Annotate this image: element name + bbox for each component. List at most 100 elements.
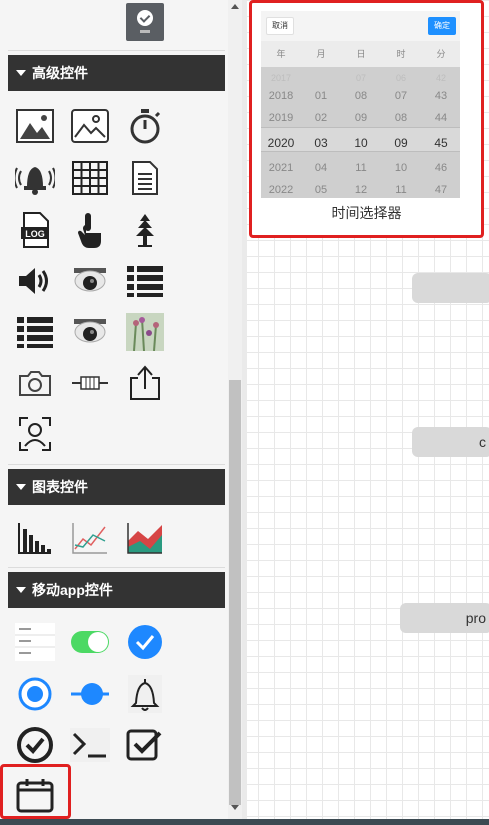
share-icon[interactable] [125,363,165,403]
bar-chart-icon[interactable] [15,518,55,558]
speaker-icon[interactable] [15,261,55,301]
wheel-option: 2021 [268,162,294,174]
wheel-option: 47 [434,184,448,196]
divider [8,567,225,568]
scroll-thumb[interactable] [229,380,241,805]
section-header-charts[interactable]: 图表控件 [8,469,225,505]
alarm-bell-icon[interactable] [15,158,55,198]
scroll-down-icon[interactable] [228,801,242,815]
wheel-option: 08 [394,112,408,124]
terminal-icon[interactable] [70,725,110,765]
slider-icon[interactable] [70,674,110,714]
confirm-button[interactable]: 确定 [428,17,456,35]
wheel-option: 02 [314,112,328,124]
checkbox-square-icon[interactable] [125,725,165,765]
wheel-option-selected: 09 [394,136,408,150]
camera-icon[interactable] [15,363,55,403]
canvas-node[interactable]: pro [400,603,489,633]
scroll-up-icon[interactable] [228,0,242,14]
check-circle-icon[interactable] [15,725,55,765]
chevron-down-icon [16,484,26,490]
wheel-option: 2017 [270,73,292,83]
svg-text:LOG: LOG [25,229,45,239]
list-icon[interactable] [125,261,165,301]
section-header-mobile[interactable]: 移动app控件 [8,572,225,608]
image-icon[interactable] [15,106,55,146]
column-header-month: 月 [303,41,339,67]
section-header-advanced[interactable]: 高级控件 [8,55,225,91]
divider [8,50,225,51]
divider [8,464,225,465]
list-icon-2[interactable] [15,312,55,352]
log-file-icon[interactable]: LOG [15,210,55,250]
wheel-option-selected: 10 [354,136,368,150]
face-scan-icon[interactable] [15,414,55,454]
wheel-option: 08 [354,90,368,102]
wheel-option: 04 [314,162,328,174]
wheel-option: 09 [354,112,368,124]
wheel-option: 44 [434,112,448,124]
column-header-day: 日 [343,41,379,67]
area-chart-icon[interactable] [125,518,165,558]
column-header-hour: 时 [383,41,419,67]
wheel-option: 06 [395,73,406,83]
day-wheel[interactable]: 07 08 09 10 11 12 [341,71,381,198]
stopwatch-icon[interactable] [125,106,165,146]
list-text-icon[interactable] [15,622,55,662]
flower-photo-icon[interactable] [125,312,165,352]
wheel-option: 07 [355,73,366,83]
picker-toolbar: 取消 确定 [261,11,460,41]
wheel-option: 43 [434,90,448,102]
grid-icon[interactable] [70,158,110,198]
chevron-down-icon [16,587,26,593]
calendar-highlight-box [0,764,71,819]
canvas-node[interactable] [412,273,489,303]
document-icon[interactable] [125,158,165,198]
toggle-switch-icon[interactable] [70,622,110,662]
minute-wheel[interactable]: 42 43 44 45 46 47 [421,71,460,198]
wheel-option: 42 [435,73,446,83]
landscape-icon[interactable] [70,106,110,146]
dome-camera-icon[interactable] [70,312,110,352]
component-preview-card: 取消 确定 年 月 日 时 分 2017 2018 2019 2020 2021… [249,0,484,238]
section-title: 高级控件 [32,65,88,81]
radio-button-icon[interactable] [15,674,55,714]
app-root: 高级控件 LOG 图表控件 移动app控件 c pro 取消 确定 年 月 日 … [0,0,489,825]
wheel-option: 10 [394,162,408,174]
preview-caption: 时间选择器 [331,205,402,221]
wheel-option: 2018 [268,90,294,102]
cancel-button[interactable]: 取消 [266,17,294,35]
resistor-icon[interactable] [70,363,110,403]
checkbox-widget-icon[interactable] [126,3,164,41]
month-wheel[interactable]: 01 02 03 04 05 [301,71,341,198]
canvas-node[interactable]: c [412,427,489,457]
bell-icon[interactable] [125,674,165,714]
line-chart-icon[interactable] [70,518,110,558]
wheel-option: 01 [314,90,328,102]
wheel-option: 2022 [268,184,294,196]
wheel-option: 11 [395,184,407,196]
hour-wheel[interactable]: 06 07 08 09 10 11 [381,71,421,198]
year-wheel[interactable]: 2017 2018 2019 2020 2021 2022 [261,71,301,198]
datetime-picker-preview[interactable]: 取消 确定 年 月 日 时 分 2017 2018 2019 2020 2021… [261,11,460,198]
wheel-option: 12 [354,184,368,196]
wheel-option-selected: 45 [434,136,448,150]
panel-divider [242,0,247,825]
wheel-option: 46 [434,162,448,174]
security-camera-icon[interactable] [70,261,110,301]
wheel-option [301,71,341,85]
sidebar-panel: 高级控件 LOG 图表控件 移动app控件 [0,0,228,825]
wheel-option-selected: 2020 [267,136,295,150]
tree-icon[interactable] [125,210,165,250]
column-header-year: 年 [263,41,299,67]
sidebar-scrollbar[interactable] [228,0,242,825]
chevron-down-icon [16,70,26,76]
tap-hand-icon[interactable] [70,210,110,250]
wheel-option-selected: 03 [314,136,328,150]
column-header-minute: 分 [423,41,459,67]
section-title: 图表控件 [32,479,88,495]
checkbox-circle-icon[interactable] [125,622,165,662]
wheel-option: 05 [314,184,328,196]
wheel-option: 11 [355,162,367,174]
wheel-option: 2019 [268,112,294,124]
